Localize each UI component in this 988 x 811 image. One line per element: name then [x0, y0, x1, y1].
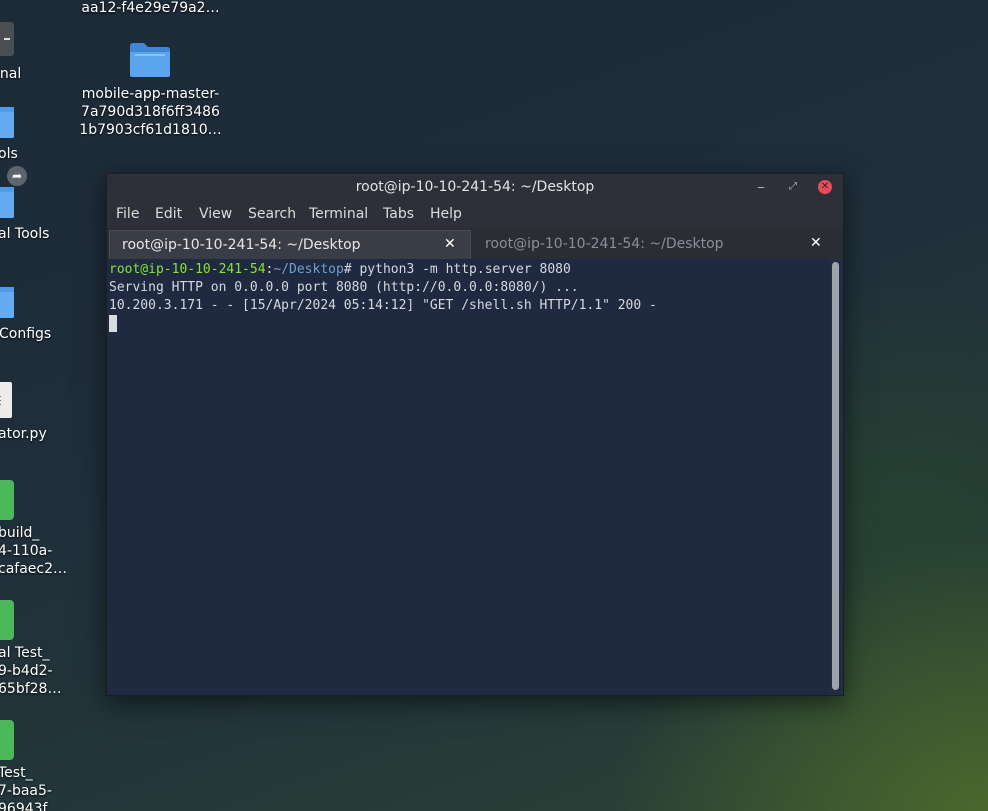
menubar: File Edit View Search Terminal Tabs Help — [107, 202, 843, 226]
document-icon — [0, 480, 14, 520]
scrollbar-thumb[interactable] — [832, 262, 839, 690]
menu-edit[interactable]: Edit — [155, 206, 182, 222]
output-line: 10.200.3.171 - - [15/Apr/2024 05:14:12] … — [109, 298, 657, 313]
tab-inactive[interactable]: root@ip-10-10-241-54: ~/Desktop ✕ — [473, 230, 841, 259]
menu-file[interactable]: File — [116, 206, 139, 222]
terminal-output[interactable]: root@ip-10-10-241-54:~/Desktop# python3 … — [107, 259, 843, 695]
output-line: Serving HTTP on 0.0.0.0 port 8080 (http:… — [109, 280, 579, 295]
document-icon — [0, 720, 14, 760]
menu-help[interactable]: Help — [430, 206, 462, 222]
shortcut-arrow-icon: ➦ — [7, 166, 27, 186]
desktop-item-label: al Tools — [0, 226, 50, 242]
label-line: build_ — [0, 525, 40, 541]
terminal-window[interactable]: root@ip-10-10-241-54: ~/Desktop ‒ ⤢ ✕ Fi… — [106, 173, 844, 696]
desktop-item-label: Configs — [0, 326, 52, 342]
prompt-end: # — [343, 262, 360, 277]
label-line: 65bf28… — [0, 681, 62, 697]
menu-terminal[interactable]: Terminal — [309, 206, 368, 222]
tab-close-icon[interactable]: ✕ — [444, 236, 456, 252]
label-line: 1b7903cf61d1810… — [79, 122, 222, 138]
scrollbar[interactable] — [829, 259, 843, 695]
text-cursor — [109, 315, 117, 332]
prompt-path: ~/Desktop — [273, 262, 344, 277]
label-line: 7-baa5- — [0, 783, 52, 799]
desktop-item-label: Test_ 7-baa5- 96943f… — [0, 764, 61, 811]
label-line: al Test_ — [0, 645, 50, 661]
folder-icon — [130, 43, 170, 77]
command-text: python3 -m http.server 8080 — [359, 262, 571, 277]
prompt-user: root@ip-10-10-241-54 — [109, 262, 266, 277]
desktop-item-label: build_ 4-110a- cafaec2… — [0, 524, 67, 578]
label-line: 96943f… — [0, 801, 62, 811]
label-line: 9-b4d2- — [0, 663, 53, 679]
document-icon — [0, 600, 14, 640]
tab-close-icon[interactable]: ✕ — [810, 235, 822, 251]
close-button[interactable]: ✕ — [818, 180, 832, 194]
label-line: 7a790d318f6ff3486 — [81, 104, 220, 120]
desktop-item-label: ator.py — [0, 426, 47, 442]
titlebar[interactable]: root@ip-10-10-241-54: ~/Desktop ‒ ⤢ ✕ — [107, 174, 843, 202]
maximize-button[interactable]: ⤢ — [786, 180, 800, 194]
label-line: Test_ — [0, 765, 33, 781]
menu-search[interactable]: Search — [248, 206, 296, 222]
desktop-item-label: al Test_ 9-b4d2- 65bf28… — [0, 644, 61, 698]
terminal-icon — [0, 22, 14, 56]
menu-view[interactable]: View — [199, 206, 232, 222]
folder-icon — [0, 187, 14, 218]
tab-active[interactable]: root@ip-10-10-241-54: ~/Desktop ✕ — [109, 230, 471, 259]
tab-label: root@ip-10-10-241-54: ~/Desktop — [122, 237, 361, 253]
desktop-item-label[interactable]: aa12-f4e29e79a2… — [78, 0, 223, 17]
tab-bar: root@ip-10-10-241-54: ~/Desktop ✕ root@i… — [107, 228, 843, 259]
folder-icon — [0, 107, 14, 138]
folder-icon — [0, 287, 14, 318]
desktop-item-label: inal — [0, 66, 22, 82]
label-line: cafaec2… — [0, 561, 68, 577]
label-line: mobile-app-master- — [81, 86, 220, 102]
minimize-button[interactable]: ‒ — [754, 180, 768, 194]
command-line: root@ip-10-10-241-54:~/Desktop# python3 … — [109, 261, 571, 279]
desktop-item-label: ols — [0, 146, 18, 162]
menu-tabs[interactable]: Tabs — [383, 206, 414, 222]
python-file-icon — [0, 382, 12, 418]
tab-label: root@ip-10-10-241-54: ~/Desktop — [485, 236, 724, 252]
desktop-item-label: mobile-app-master- 7a790d318f6ff3486 1b7… — [78, 85, 223, 139]
label-line: 4-110a- — [0, 543, 53, 559]
window-title: root@ip-10-10-241-54: ~/Desktop — [355, 179, 595, 195]
